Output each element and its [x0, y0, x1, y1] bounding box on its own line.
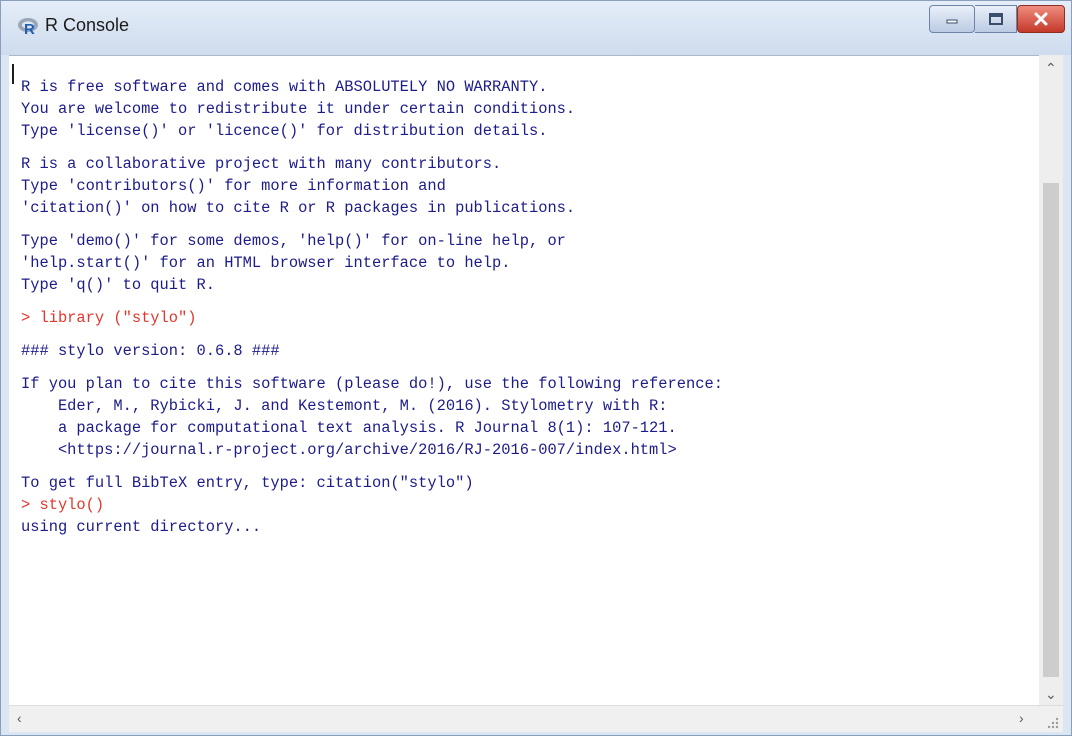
console-output-line: <https://journal.r-project.org/archive/2… — [21, 441, 677, 459]
console-input-line: > stylo() — [21, 496, 105, 514]
console-output-line: Type 'contributors()' for more informati… — [21, 177, 446, 195]
console-output-line: using current directory... — [21, 518, 262, 536]
console-output-area[interactable]: R is free software and comes with ABSOLU… — [9, 55, 1039, 706]
console-output-line: Type 'demo()' for some demos, 'help()' f… — [21, 232, 566, 250]
window-title: R Console — [45, 15, 130, 35]
console-output-line: You are welcome to redistribute it under… — [21, 100, 576, 118]
r-logo-icon: R — [18, 18, 38, 37]
scroll-right-arrow-icon[interactable]: › — [1019, 711, 1024, 725]
console-output-line: ### stylo version: 0.6.8 ### — [21, 342, 280, 360]
console-output-line: R is free software and comes with ABSOLU… — [21, 78, 548, 96]
resize-grip-icon[interactable] — [1047, 717, 1059, 729]
console-output-line: a package for computational text analysi… — [21, 419, 677, 437]
maximize-button[interactable] — [975, 5, 1017, 33]
maximize-icon — [988, 13, 1003, 25]
title-bar[interactable]: R R Console — [1, 1, 1071, 55]
console-lines: R is free software and comes with ABSOLU… — [21, 76, 723, 538]
console-output-line: 'help.start()' for an HTML browser inter… — [21, 254, 511, 272]
console-output-line: To get full BibTeX entry, type: citation… — [21, 474, 474, 492]
vertical-scrollbar[interactable]: ⌃ ⌄ — [1039, 55, 1063, 705]
console-blank-line — [21, 461, 723, 472]
horizontal-scrollbar[interactable]: ‹ › — [9, 705, 1063, 732]
console-blank-line — [21, 142, 723, 153]
close-button[interactable] — [1017, 5, 1065, 33]
close-icon — [1034, 12, 1048, 26]
r-console-window: R R Console R is free software and comes… — [0, 0, 1072, 736]
text-cursor — [12, 64, 14, 84]
console-output-line: Type 'license()' or 'licence()' for dist… — [21, 122, 548, 140]
minimize-icon — [946, 19, 958, 24]
console-output-line: Eder, M., Rybicki, J. and Kestemont, M. … — [21, 397, 668, 415]
console-blank-line — [21, 219, 723, 230]
vertical-scroll-thumb[interactable] — [1043, 183, 1059, 677]
svg-text:R: R — [24, 21, 35, 37]
scroll-left-arrow-icon[interactable]: ‹ — [17, 711, 22, 725]
console-blank-line — [21, 329, 723, 340]
console-input-line: > library ("stylo") — [21, 309, 197, 327]
scroll-up-arrow-icon[interactable]: ⌃ — [1045, 61, 1057, 75]
scroll-down-arrow-icon[interactable]: ⌄ — [1045, 687, 1057, 701]
minimize-button[interactable] — [929, 5, 975, 33]
console-output-line: If you plan to cite this software (pleas… — [21, 375, 723, 393]
console-output-line: R is a collaborative project with many c… — [21, 155, 502, 173]
console-output-line: Type 'q()' to quit R. — [21, 276, 215, 294]
console-blank-line — [21, 362, 723, 373]
console-output-line: 'citation()' on how to cite R or R packa… — [21, 199, 576, 217]
console-blank-line — [21, 296, 723, 307]
